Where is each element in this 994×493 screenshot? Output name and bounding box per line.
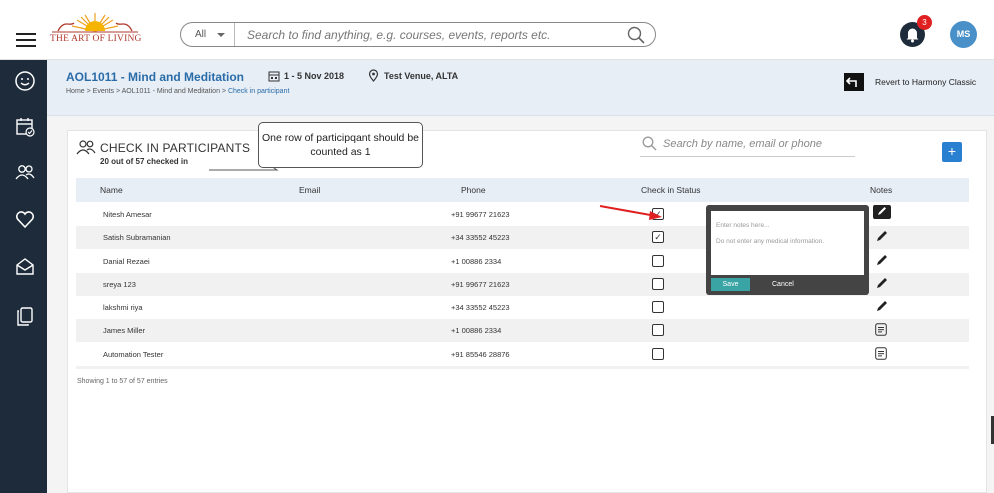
column-email[interactable]: Email — [299, 185, 320, 195]
checkin-checkbox[interactable] — [652, 348, 664, 360]
edit-note-button[interactable] — [873, 205, 891, 221]
participant-name: sreya 123 — [103, 280, 136, 289]
participant-search[interactable]: Search by name, email or phone — [640, 135, 855, 157]
checkin-checkbox[interactable] — [652, 255, 664, 267]
participant-phone: +1 00886 2334 — [451, 326, 502, 335]
view-note-button[interactable] — [875, 347, 887, 362]
participant-phone: +91 99677 21623 — [451, 210, 510, 219]
logo-text: THE ART OF LIVING — [50, 34, 142, 44]
view-note-button[interactable] — [875, 323, 887, 338]
breadcrumb-path[interactable]: Home > Events > AOL1011 - Mind and Medit… — [66, 88, 228, 95]
caret-down-icon — [217, 33, 225, 37]
revert-button[interactable] — [844, 73, 864, 91]
checkin-count: 20 out of 57 checked in — [100, 157, 189, 166]
table-row[interactable]: James Miller +1 00886 2334 — [76, 319, 969, 342]
mail-icon[interactable] — [14, 256, 36, 278]
calendar-icon — [268, 71, 280, 82]
top-bar: THE ART OF LIVING All Search to find any… — [0, 0, 994, 60]
event-header: AOL1011 - Mind and Meditation 1 - 5 Nov … — [47, 60, 994, 116]
edit-note-button[interactable] — [876, 254, 888, 268]
heart-icon[interactable] — [14, 208, 36, 230]
event-venue: Test Venue, ALTA — [384, 71, 459, 81]
participants-icon — [76, 140, 96, 155]
sun-logo-icon — [52, 13, 138, 33]
participant-name: Automation Tester — [103, 350, 164, 359]
edit-note-button[interactable] — [876, 300, 888, 314]
revert-label[interactable]: Revert to Harmony Classic — [875, 77, 976, 87]
documents-icon[interactable] — [14, 305, 36, 327]
add-participant-button[interactable]: + — [942, 142, 962, 162]
smiley-icon[interactable] — [14, 70, 36, 92]
checkin-checkbox[interactable] — [652, 278, 664, 290]
pencil-icon — [873, 205, 891, 219]
breadcrumb-current: Check in participant — [227, 88, 290, 95]
edit-note-button[interactable] — [876, 230, 888, 244]
edit-note-button[interactable] — [876, 277, 888, 291]
global-search[interactable]: All Search to find anything, e.g. course… — [180, 22, 656, 47]
pagination-info: Showing 1 to 57 of 57 entries — [77, 378, 168, 385]
table-bottom-edge — [76, 366, 969, 369]
sidebar — [0, 60, 47, 493]
checkin-checkbox[interactable] — [652, 301, 664, 313]
checkin-checkbox[interactable] — [652, 324, 664, 336]
table-row[interactable]: Automation Tester +91 85546 28876 — [76, 343, 969, 366]
notes-icon — [875, 323, 887, 336]
participant-phone: +34 33552 45223 — [451, 233, 510, 242]
notes-textarea[interactable]: Enter notes here... Do not enter any med… — [711, 211, 864, 275]
participant-name: Danial Rezaei — [103, 257, 150, 266]
event-title[interactable]: AOL1011 - Mind and Meditation — [66, 70, 244, 84]
notification-badge: 3 — [917, 15, 932, 30]
search-scope-select[interactable]: All — [181, 23, 235, 46]
column-checkin-status[interactable]: Check in Status — [641, 185, 701, 195]
back-arrow-icon — [845, 77, 857, 87]
participant-phone: +34 33552 45223 — [451, 303, 510, 312]
search-scope-label: All — [195, 29, 207, 40]
column-name[interactable]: Name — [100, 185, 123, 195]
participant-search-input[interactable]: Search by name, email or phone — [663, 138, 822, 150]
pencil-icon — [877, 278, 887, 288]
menu-icon[interactable] — [16, 33, 36, 47]
user-avatar[interactable]: MS — [950, 21, 977, 48]
location-pin-icon — [368, 69, 379, 82]
people-icon[interactable] — [14, 161, 36, 183]
participant-phone: +91 85546 28876 — [451, 350, 510, 359]
notes-popup: Enter notes here... Do not enter any med… — [706, 205, 869, 295]
checkin-checkbox[interactable] — [652, 231, 664, 243]
participant-name: Satish Subramanian — [103, 233, 171, 242]
participant-phone: +1 00886 2334 — [451, 257, 502, 266]
participant-name: James Miller — [103, 326, 146, 335]
red-arrow-annotation — [599, 205, 662, 220]
pencil-icon — [877, 301, 887, 311]
table-header: Name Email Phone Check in Status Notes — [76, 178, 969, 202]
breadcrumb: Home > Events > AOL1011 - Mind and Medit… — [66, 88, 289, 95]
pencil-icon — [877, 231, 887, 241]
notes-warning: Do not enter any medical information. — [716, 238, 825, 245]
participant-name: Nitesh Amesar — [103, 210, 152, 219]
logo[interactable]: THE ART OF LIVING — [50, 11, 142, 47]
participant-phone: +91 99677 21623 — [451, 280, 510, 289]
search-icon — [642, 136, 657, 151]
calendar-check-icon[interactable] — [14, 116, 36, 138]
cancel-button[interactable]: Cancel — [772, 278, 794, 291]
column-notes: Notes — [870, 185, 893, 195]
column-phone[interactable]: Phone — [461, 185, 486, 195]
search-input[interactable]: Search to find anything, e.g. courses, e… — [247, 28, 551, 42]
table-row[interactable]: lakshmi riya +34 33552 45223 — [76, 296, 969, 319]
notes-placeholder: Enter notes here... — [716, 222, 770, 229]
annotation-callout: One row of participqant should be counte… — [258, 122, 423, 168]
event-date: 1 - 5 Nov 2018 — [284, 71, 345, 81]
search-icon[interactable] — [627, 26, 645, 44]
participant-name: lakshmi riya — [103, 303, 143, 312]
save-button[interactable]: Save — [711, 278, 750, 291]
notes-icon — [875, 347, 887, 360]
pencil-icon — [877, 255, 887, 265]
